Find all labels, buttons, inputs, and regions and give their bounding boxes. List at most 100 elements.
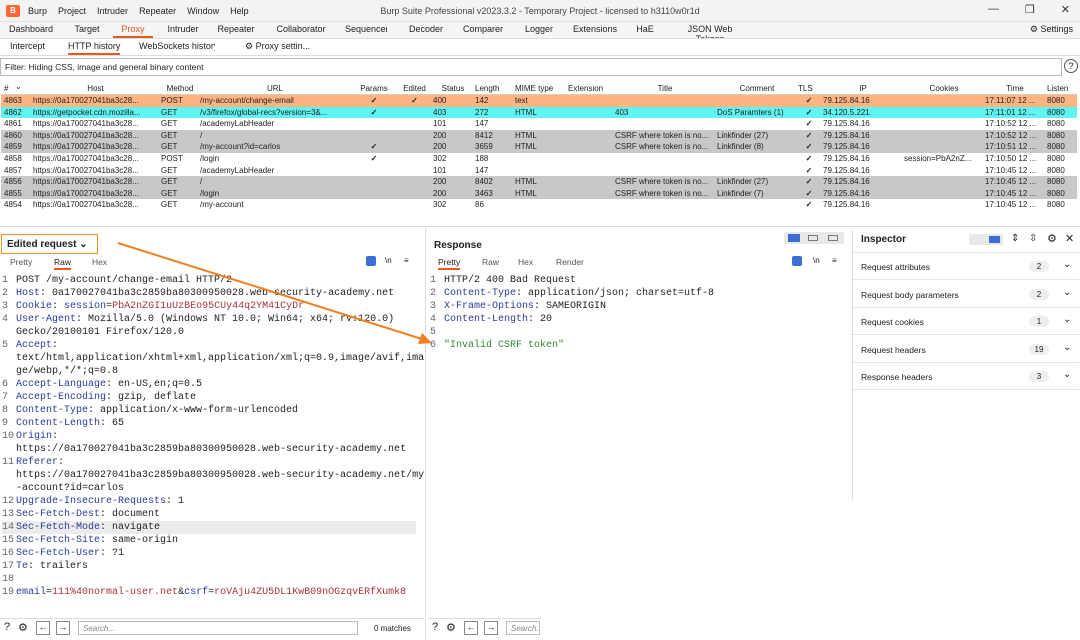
menu-window[interactable]: Window <box>187 6 219 16</box>
search-input[interactable]: Search... <box>78 621 358 635</box>
chevron-down-icon[interactable]: ⌄ <box>1063 369 1071 380</box>
split-vertical-icon[interactable] <box>808 235 818 241</box>
col-url-header[interactable]: URL <box>200 84 350 93</box>
minimize-icon[interactable]: — <box>988 3 999 16</box>
expand-all-icon[interactable]: ⇕ <box>1011 233 1019 244</box>
subtab-proxy-settings[interactable]: ⚙ Proxy settin... <box>245 41 310 55</box>
table-row[interactable]: 4858 https://0a170027041ba3c28... POST/log… <box>1 153 1077 165</box>
layout-toggle[interactable] <box>784 232 844 244</box>
help-icon[interactable]: ? <box>4 621 10 633</box>
help-icon[interactable]: ? <box>432 621 438 633</box>
tab-comparer[interactable]: Comparer <box>462 24 504 38</box>
tab-sequencer[interactable]: Sequencer <box>345 24 387 38</box>
single-view-icon[interactable] <box>828 235 838 241</box>
col-cookies-header[interactable]: Cookies <box>904 84 984 93</box>
collapse-all-icon[interactable]: ⇳ <box>1029 233 1037 244</box>
menu-icon[interactable]: ≡ <box>832 256 842 266</box>
maximize-icon[interactable]: ❐ <box>1025 3 1035 16</box>
menu-intruder[interactable]: Intruder <box>97 6 128 16</box>
tab-dashboard[interactable]: Dashboard <box>5 24 57 38</box>
menu-icon[interactable]: ≡ <box>404 256 414 266</box>
inspector-section[interactable]: Request attributes 2 ⌄ <box>853 253 1079 280</box>
tab-render[interactable]: Render <box>556 257 584 267</box>
subtab-intercept[interactable]: Intercept <box>10 41 45 55</box>
arrow-right-icon[interactable]: → <box>56 621 70 635</box>
word-wrap-icon[interactable] <box>792 256 802 266</box>
table-row[interactable]: 4854 https://0a170027041ba3c28... GET/my-a… <box>1 199 1077 211</box>
inspector-section[interactable]: Request body parameters 2 ⌄ <box>853 281 1079 308</box>
tab-repeater[interactable]: Repeater <box>216 24 256 38</box>
col-title-header[interactable]: Title <box>615 84 715 93</box>
tab-raw[interactable]: Raw <box>482 257 499 267</box>
col-length-header[interactable]: Length <box>475 84 513 93</box>
tab-proxy[interactable]: Proxy <box>113 24 153 38</box>
tab-extensions[interactable]: Extensions <box>572 24 618 38</box>
close-icon[interactable]: ✕ <box>1061 3 1070 16</box>
col-extension-header[interactable]: Extension <box>568 84 613 93</box>
col-listen-header[interactable]: Listen <box>1047 84 1079 93</box>
tab-json-web-tokens[interactable]: JSON Web Tokens <box>673 24 747 38</box>
split-horizontal-icon[interactable] <box>788 234 800 242</box>
table-row[interactable]: 4856 https://0a170027041ba3c28... GET / 200 8… <box>1 176 1077 188</box>
inspector-section[interactable]: Request headers 19 ⌄ <box>853 336 1079 363</box>
tab-hae[interactable]: HaE <box>634 24 656 38</box>
col-comment-header[interactable]: Comment <box>717 84 797 93</box>
col-edited-header[interactable]: Edited <box>397 84 432 93</box>
arrow-left-icon[interactable]: ← <box>464 621 478 635</box>
inspector-section[interactable]: Response headers 3 ⌄ <box>853 363 1079 390</box>
inspector-section[interactable]: Request cookies 1 ⌄ <box>853 308 1079 335</box>
col-params-header[interactable]: Params <box>354 84 394 93</box>
gear-icon[interactable]: ⚙ <box>1047 232 1057 245</box>
help-icon[interactable]: ? <box>1064 59 1078 73</box>
tab-pretty[interactable]: Pretty <box>10 257 32 267</box>
subtab-websockets-history[interactable]: WebSockets history <box>139 41 215 55</box>
tab-decoder[interactable]: Decoder <box>408 24 444 38</box>
search-input[interactable]: Search... <box>506 621 540 635</box>
col-status-header[interactable]: Status <box>433 84 473 93</box>
subtab-http-history[interactable]: HTTP history <box>68 41 121 55</box>
inspector-layout-toggle[interactable] <box>969 234 1003 245</box>
col-time-header[interactable]: Time <box>985 84 1045 93</box>
newline-toggle-icon[interactable]: \n <box>385 256 395 266</box>
menu-help[interactable]: Help <box>230 6 249 16</box>
menu-project[interactable]: Project <box>58 6 86 16</box>
arrow-right-icon[interactable]: → <box>484 621 498 635</box>
settings-button[interactable]: ⚙ Settings <box>1030 24 1073 35</box>
col-mime-type-header[interactable]: MIME type <box>515 84 565 93</box>
word-wrap-icon[interactable] <box>366 256 376 266</box>
newline-toggle-icon[interactable]: \n <box>813 256 823 266</box>
table-row[interactable]: 4859 https://0a170027041ba3c28... GET/my-a… <box>1 141 1077 153</box>
menu-burp[interactable]: Burp <box>28 6 47 16</box>
arrow-left-icon[interactable]: ← <box>36 621 50 635</box>
dock-right-icon[interactable] <box>989 236 1000 243</box>
response-viewer[interactable]: 1 HTTP/2 400 Bad Request 2 Content-Type: ap… <box>430 274 842 352</box>
splitter[interactable] <box>0 226 1080 227</box>
table-row[interactable]: 4861 https://0a170027041ba3c28... GET/acad… <box>1 118 1077 130</box>
splitter[interactable] <box>425 228 426 640</box>
col-method-header[interactable]: Method <box>161 84 199 93</box>
gear-icon[interactable]: ⚙ <box>446 621 456 634</box>
request-editor[interactable]: 1 POST /my-account/change-email HTTP/2 2 Ho… <box>2 274 424 599</box>
table-row[interactable]: 4862 https://getpocket.cdn.mozilla... GET /… <box>1 106 1077 119</box>
edited-request-dropdown[interactable]: Edited request ⌄ <box>1 234 98 254</box>
tab-hex[interactable]: Hex <box>92 257 107 267</box>
chevron-down-icon[interactable]: ⌄ <box>1063 314 1071 325</box>
tab-pretty[interactable]: Pretty <box>438 257 461 270</box>
col-tls-header[interactable]: TLS <box>798 84 820 93</box>
table-row[interactable]: 4860 https://0a170027041ba3c28... GET / 200 8… <box>1 129 1077 142</box>
tab-intruder[interactable]: Intruder <box>162 24 204 38</box>
gear-icon[interactable]: ⚙ <box>18 621 28 634</box>
tab-logger[interactable]: Logger <box>522 24 556 38</box>
filter-bar[interactable]: Filter: Hiding CSS, image and general bi… <box>0 58 1062 76</box>
chevron-down-icon[interactable]: ⌄ <box>1063 259 1071 270</box>
table-row[interactable]: 4863 https://0a170027041ba3c28... POST/my-… <box>1 95 1077 107</box>
tab-target[interactable]: Target <box>66 24 108 38</box>
menu-repeater[interactable]: Repeater <box>139 6 176 16</box>
tab-raw[interactable]: Raw <box>54 257 72 270</box>
chevron-down-icon[interactable]: ⌄ <box>1063 342 1071 353</box>
chevron-down-icon[interactable]: ⌄ <box>1063 287 1071 298</box>
table-row[interactable]: 4855 https://0a170027041ba3c28... GET/logi… <box>1 187 1077 200</box>
tab-hex[interactable]: Hex <box>518 257 533 267</box>
tab-collaborator[interactable]: Collaborator <box>272 24 330 38</box>
close-icon[interactable]: ✕ <box>1065 232 1074 245</box>
